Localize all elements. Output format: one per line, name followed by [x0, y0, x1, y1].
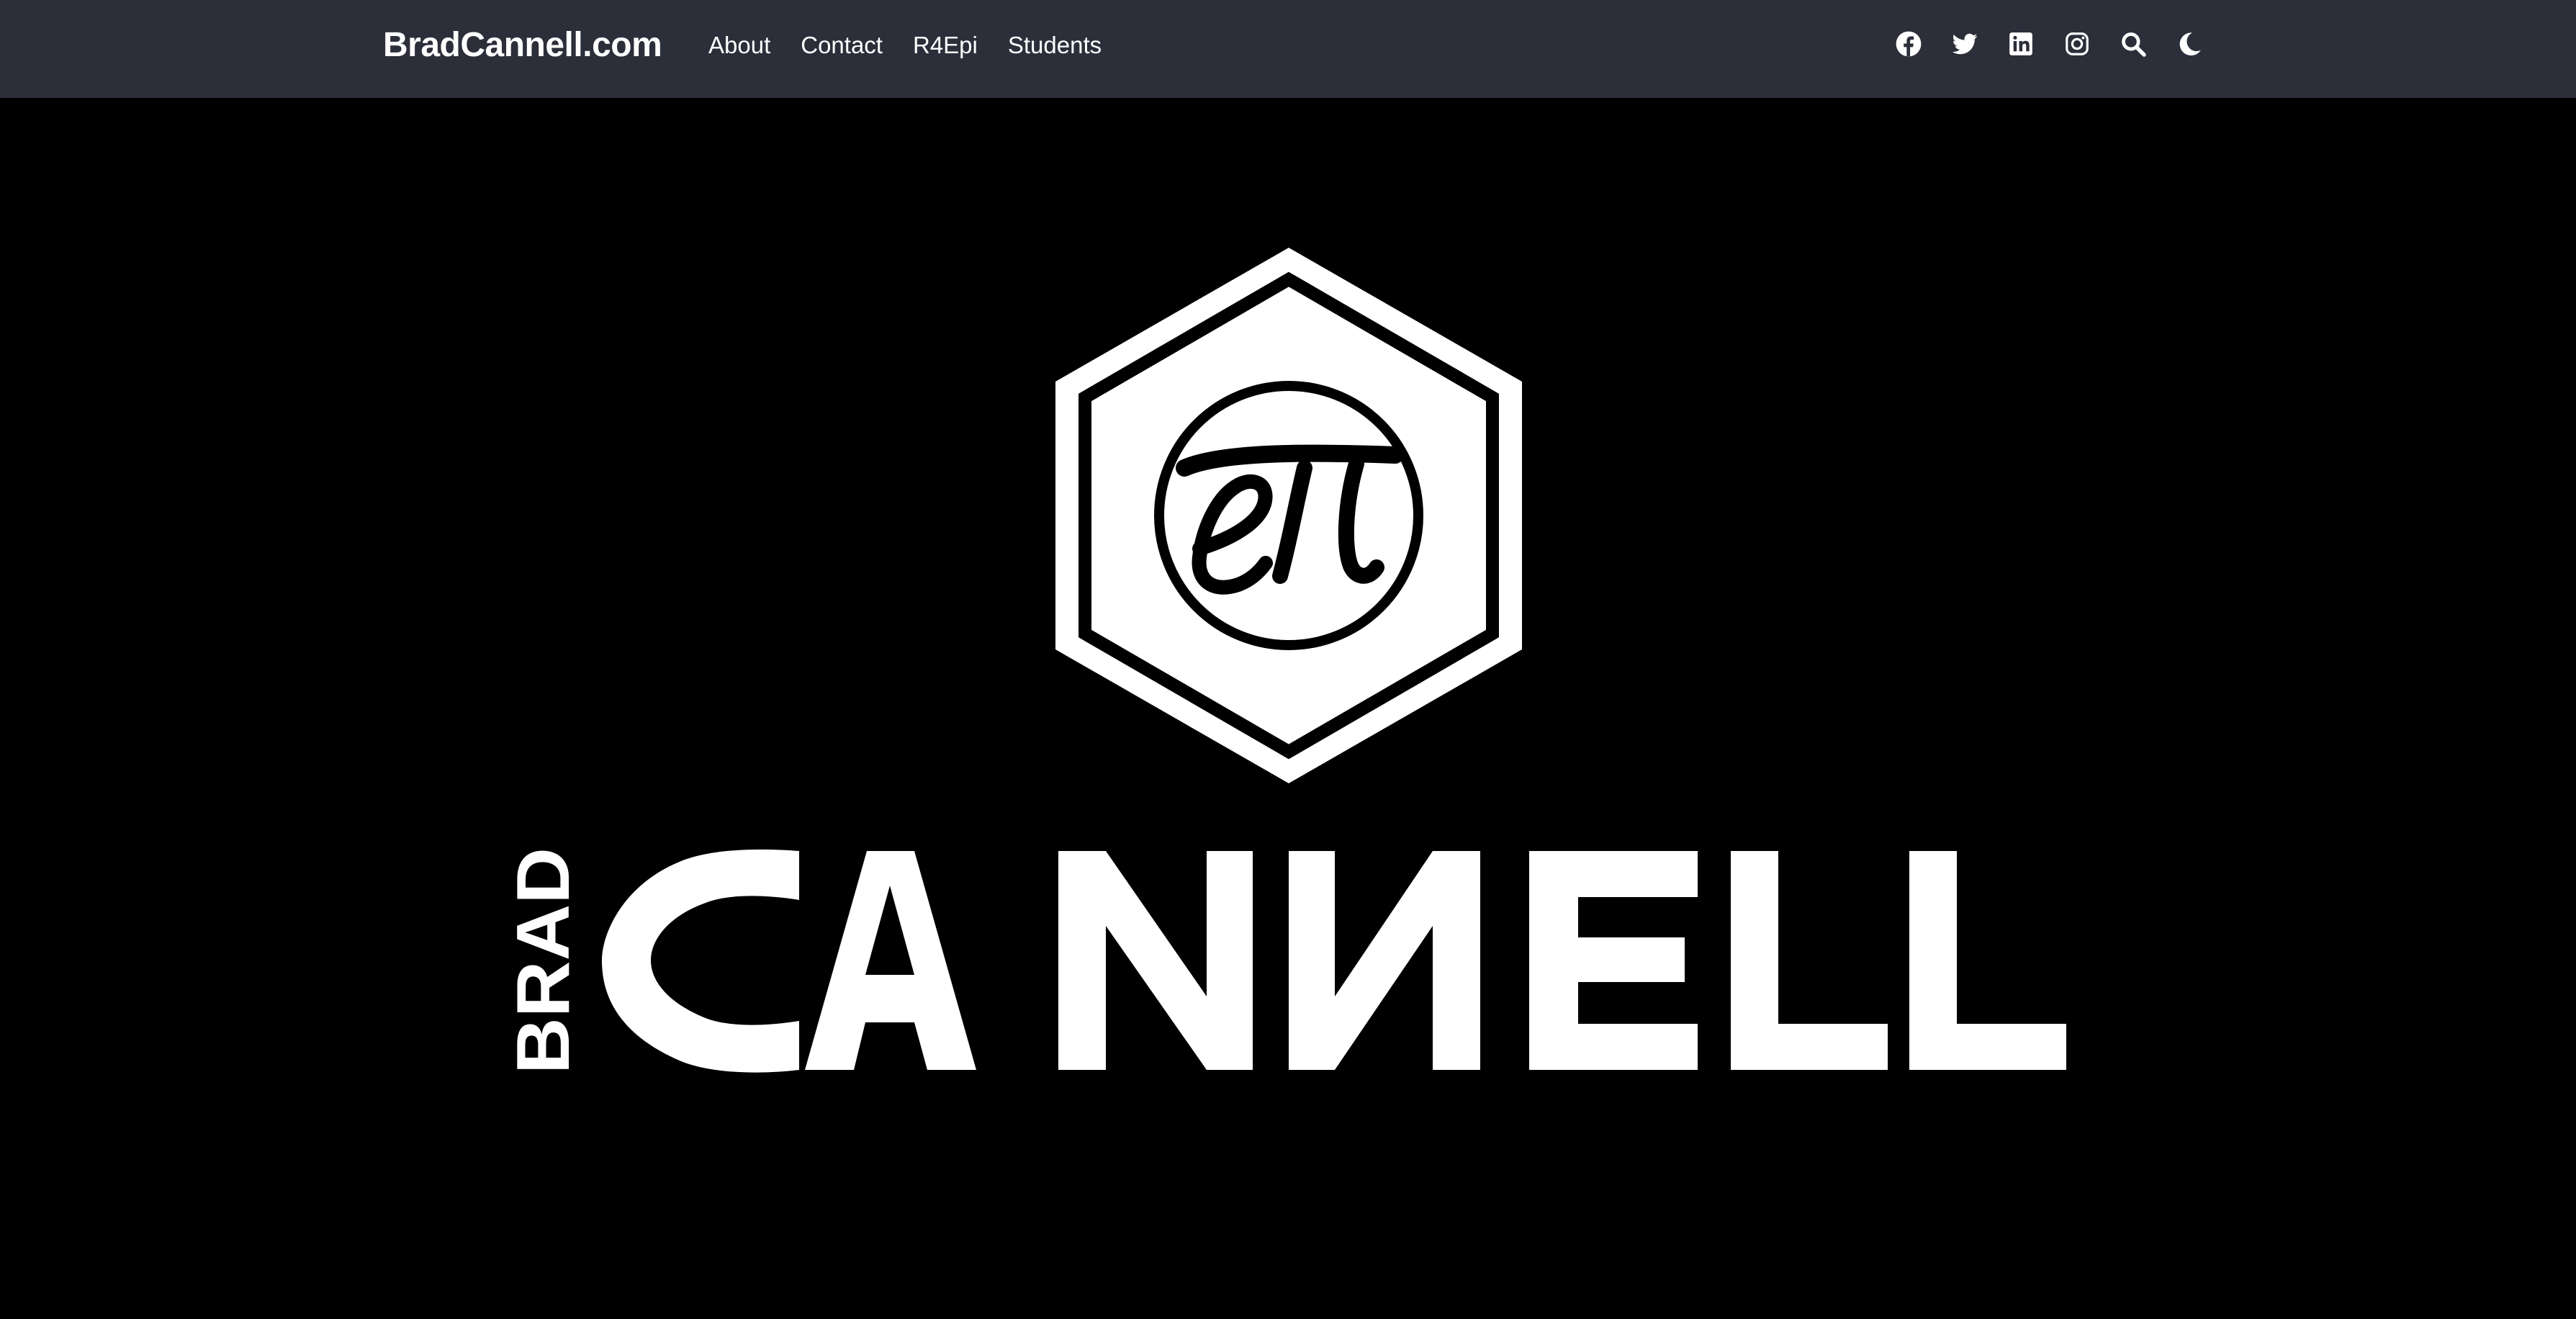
logo-first-name: BRAD	[502, 847, 585, 1074]
site-brand-link[interactable]: BradCannell.com	[383, 25, 662, 65]
nav-links: About Contact R4Epi Students	[708, 32, 1102, 59]
nav-link-about[interactable]: About	[708, 32, 770, 59]
hero-banner: BRAD	[0, 98, 2576, 1319]
instagram-icon[interactable]	[2063, 30, 2091, 58]
linkedin-icon[interactable]	[2007, 30, 2035, 58]
nav-link-contact[interactable]: Contact	[801, 32, 883, 59]
dark-mode-moon-icon[interactable]	[2176, 30, 2203, 58]
brad-cannell-logo: BRAD	[502, 248, 2066, 1074]
logo-last-name	[602, 849, 2066, 1073]
top-navbar: BradCannell.com About Contact R4Epi Stud…	[0, 0, 2576, 98]
facebook-icon[interactable]	[1895, 30, 1922, 58]
search-icon[interactable]	[2120, 30, 2147, 58]
nav-link-students[interactable]: Students	[1008, 32, 1102, 59]
twitter-icon[interactable]	[1951, 30, 1978, 58]
nav-icon-group	[1895, 30, 2203, 58]
hexagon-emblem-icon	[1055, 248, 1522, 783]
svg-text:BRAD: BRAD	[502, 847, 585, 1074]
nav-link-r4epi[interactable]: R4Epi	[913, 32, 978, 59]
